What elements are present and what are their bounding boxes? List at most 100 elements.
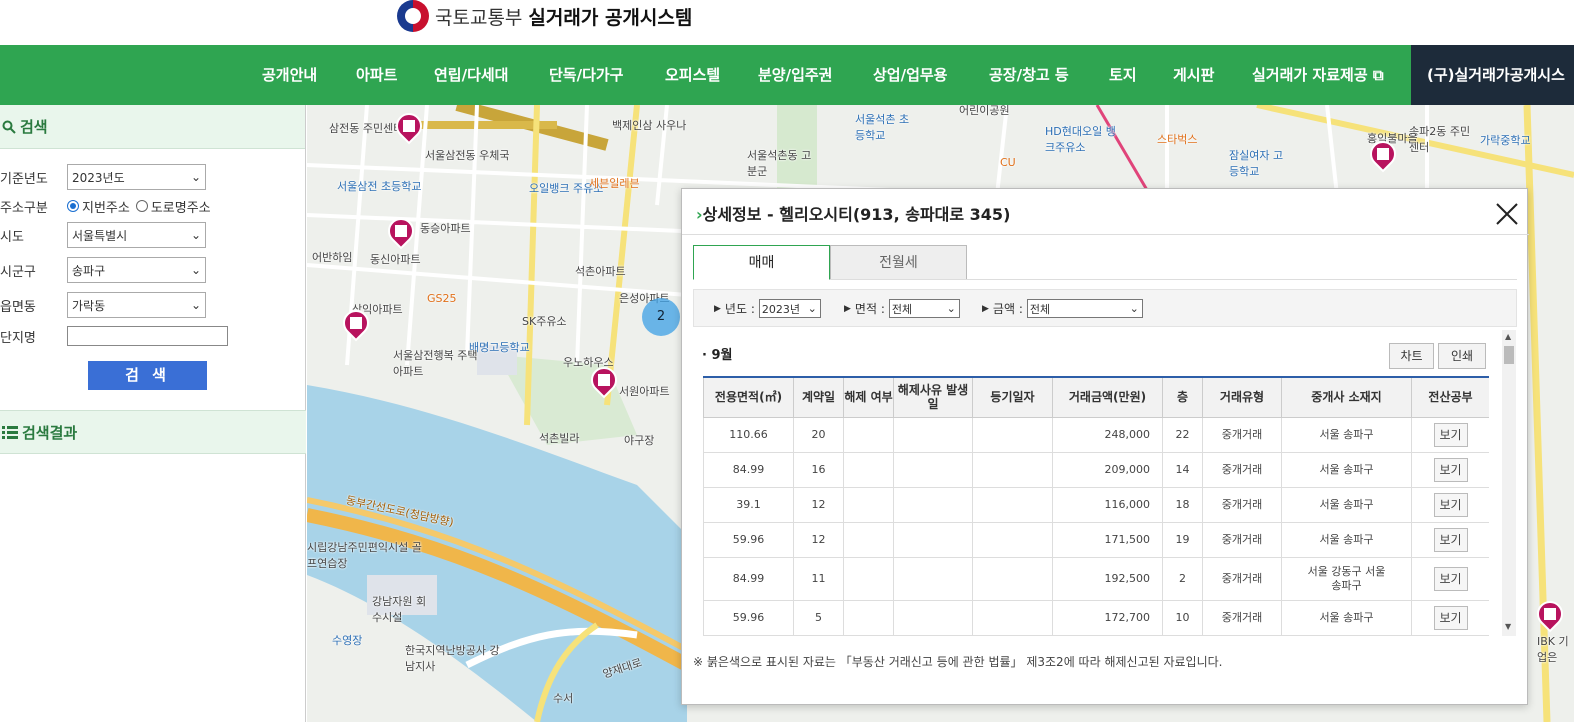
view-button[interactable]: 보기 <box>1433 492 1468 517</box>
cell-contract-day: 11 <box>793 556 844 601</box>
apartment-pin[interactable] <box>1531 595 1569 633</box>
district-select[interactable]: 송파구 ⌄ <box>67 257 206 283</box>
district-label: 시군구 <box>0 264 36 280</box>
building-icon <box>598 374 610 386</box>
caret-right-icon: ▶ <box>844 303 851 314</box>
chevron-down-icon: ⌄ <box>946 302 956 315</box>
column-header: 거래금액(만원) <box>1052 376 1163 418</box>
cell-floor: 10 <box>1162 599 1203 636</box>
map-cluster-marker[interactable]: 2 <box>642 298 680 336</box>
system-title: 실거래가 공개시스템 <box>528 6 693 29</box>
map-label-dongseung-apt: 동승아파트 <box>420 222 471 235</box>
map-label-suseo: 수서 <box>553 692 574 705</box>
nav-item-commercial[interactable]: 상업/업무용 <box>873 45 947 105</box>
cell-price: 116,000 <box>1052 486 1163 523</box>
view-button[interactable]: 보기 <box>1433 457 1468 482</box>
nav-item-factory[interactable]: 공장/창고 등 <box>989 45 1069 105</box>
scroll-up-icon[interactable]: ▲ <box>1505 332 1511 341</box>
map-label-jamsil-girls-high: 잠실여자 고등학교 <box>1229 149 1284 178</box>
list-icon <box>2 426 18 439</box>
map-label-seowon-apt: 서원아파트 <box>619 385 670 398</box>
cell-ledger: 보기 <box>1411 521 1489 558</box>
search-sidebar: 검색 기준년도 2023년도 ⌄ 주소구분 지번주소 도로명주소 시도 서울특별시… <box>0 105 306 722</box>
table-row: 84.99 11 192,500 2 중개거래 서울 강동구 서울 송파구 보기 <box>703 556 1489 601</box>
apartment-pin[interactable] <box>382 212 420 250</box>
amount-filter: ▶ 금액 : 전체 ⌄ <box>982 299 1143 318</box>
search-section-header: 검색 <box>0 105 305 149</box>
complex-row: 단지명 <box>0 323 228 349</box>
cell-floor: 2 <box>1162 556 1203 601</box>
scroll-down-icon[interactable]: ▼ <box>1505 622 1511 631</box>
nav-item-rowhouse[interactable]: 연립/다세대 <box>434 45 508 105</box>
view-button[interactable]: 보기 <box>1433 566 1468 591</box>
table-row: 39.1 12 116,000 18 중개거래 서울 송파구 보기 <box>703 486 1489 523</box>
city-row: 시도 서울특별시 ⌄ <box>0 222 206 248</box>
cell-registration-date <box>972 521 1053 558</box>
cell-cancel <box>843 521 894 558</box>
map-label-seokchon-villa: 석촌빌라 <box>539 432 580 445</box>
dong-label: 읍면동 <box>0 299 36 315</box>
view-button[interactable]: 보기 <box>1433 422 1468 447</box>
tab-sale[interactable]: 매매 <box>693 245 830 280</box>
cell-area: 59.96 <box>703 521 794 558</box>
nav-item-old-system[interactable]: (구)실거래가공개시스 <box>1411 45 1574 105</box>
map-label-samjeon-post: 서울삼전동 우체국 <box>425 149 510 162</box>
cell-floor: 19 <box>1162 521 1203 558</box>
cell-agent-location: 서울 송파구 <box>1281 521 1412 558</box>
address-lot-radio[interactable]: 지번주소 <box>67 197 130 216</box>
month-heading: · 9월 <box>702 348 733 363</box>
dong-select[interactable]: 가락동 ⌄ <box>67 292 206 318</box>
cell-registration-date <box>972 599 1053 636</box>
apartment-pin[interactable] <box>337 304 375 342</box>
year-select-value: 2023년도 <box>72 170 125 185</box>
nav-item-guide[interactable]: 공개안내 <box>262 45 317 105</box>
apartment-pin[interactable] <box>1364 135 1402 173</box>
nav-item-presale[interactable]: 분양/입주권 <box>758 45 832 105</box>
amount-filter-select[interactable]: 전체 ⌄ <box>1026 299 1143 318</box>
area-filter-select[interactable]: 전체 ⌄ <box>888 299 960 318</box>
tab-rent[interactable]: 전월세 <box>830 245 967 280</box>
nav-item-data-provision[interactable]: 실거래가 자료제공 ⧉ <box>1252 45 1384 105</box>
cell-ledger: 보기 <box>1411 416 1489 453</box>
cell-area: 84.99 <box>703 556 794 601</box>
cell-cancel <box>843 486 894 523</box>
transaction-table: 전용면적(㎡) 계약일 해제 여부 해제사유 발생일 등기일자 거래금액(만원)… <box>703 376 1489 636</box>
map-label-seven-eleven: 세븐일레븐 <box>589 177 640 190</box>
table-scrollbar[interactable]: ▲ ▼ <box>1502 330 1516 636</box>
map-label-seokchon-tombs: 서울석촌동 고분군 <box>747 149 812 178</box>
nav-item-board[interactable]: 게시판 <box>1173 45 1214 105</box>
year-select[interactable]: 2023년도 ⌄ <box>67 164 206 190</box>
nav-item-apartment[interactable]: 아파트 <box>356 45 397 105</box>
search-icon <box>2 120 16 134</box>
apartment-pin[interactable] <box>585 361 623 399</box>
nav-item-detached[interactable]: 단독/다가구 <box>549 45 623 105</box>
city-select[interactable]: 서울특별시 ⌄ <box>67 222 206 248</box>
column-header: 해제 여부 <box>843 376 894 418</box>
view-button[interactable]: 보기 <box>1433 527 1468 552</box>
print-button[interactable]: 인쇄 <box>1438 343 1486 369</box>
cell-cancel-date <box>893 451 973 488</box>
map-label-songpa2-center: 송파2동 주민센터 <box>1409 125 1471 154</box>
complex-name-input[interactable] <box>67 326 228 346</box>
year-filter-select[interactable]: 2023년 ⌄ <box>758 299 821 318</box>
nav-item-land[interactable]: 토지 <box>1109 45 1137 105</box>
caret-right-icon: ▶ <box>714 303 721 314</box>
site-logo[interactable]: 국토교통부 실거래가 공개시스템 <box>397 0 692 32</box>
address-road-radio[interactable]: 도로명주소 <box>135 197 211 216</box>
column-header: 전용면적(㎡) <box>703 376 794 418</box>
cell-price: 192,500 <box>1052 556 1163 601</box>
column-header: 등기일자 <box>972 376 1053 418</box>
building-icon <box>1377 148 1389 160</box>
map-label-samjeon-happy-housing: 서울삼전행복 주택아파트 <box>393 349 478 378</box>
apartment-pin[interactable] <box>390 107 428 145</box>
close-icon[interactable] <box>1494 201 1520 227</box>
search-button[interactable]: 검 색 <box>88 361 207 390</box>
view-button[interactable]: 보기 <box>1433 605 1468 630</box>
nav-item-officetel[interactable]: 오피스텔 <box>665 45 720 105</box>
cell-cancel-date <box>893 599 973 636</box>
map-label-ibk: IBK 기업은 <box>1537 635 1569 664</box>
cell-contract-day: 20 <box>793 416 844 453</box>
chart-button[interactable]: 차트 <box>1389 343 1434 369</box>
scroll-thumb[interactable] <box>1504 346 1514 364</box>
cell-ledger: 보기 <box>1411 451 1489 488</box>
